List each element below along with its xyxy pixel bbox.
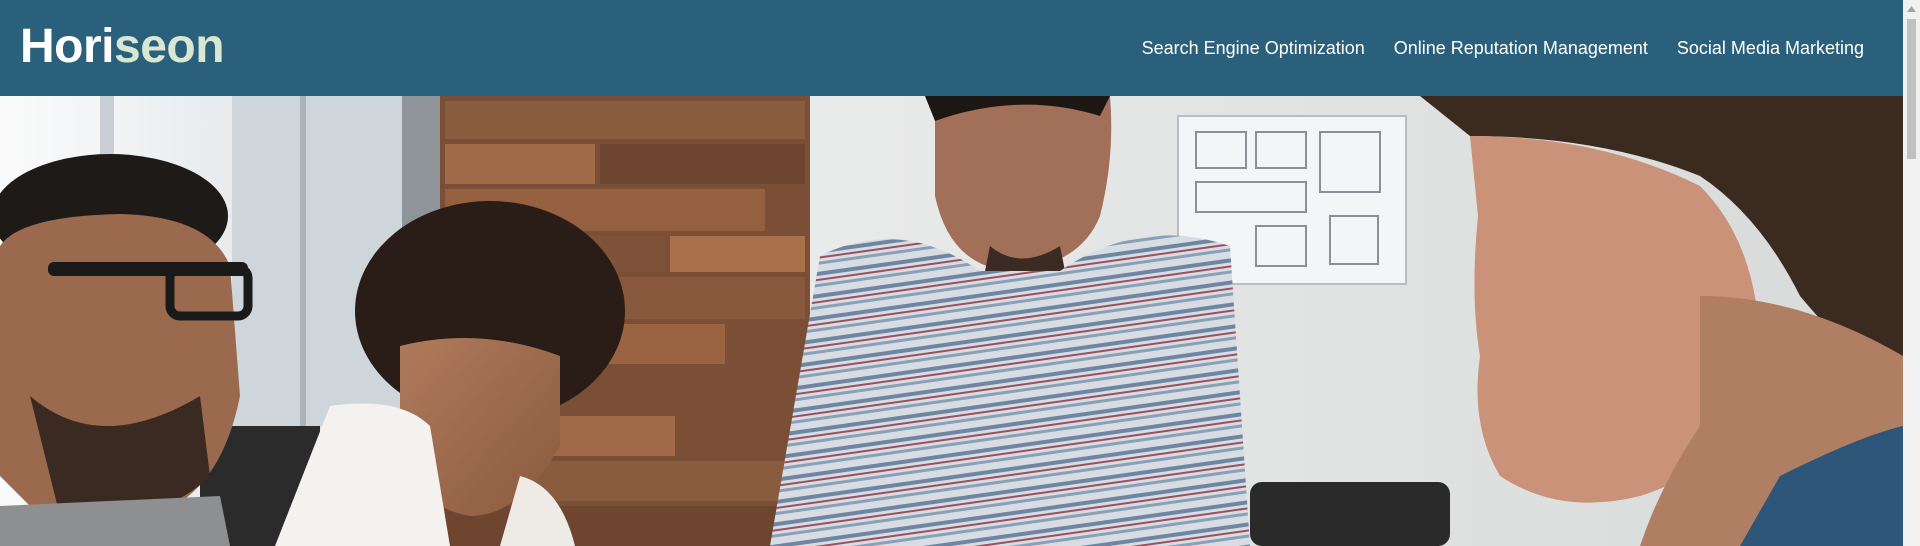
scrollbar-thumb[interactable] (1907, 19, 1916, 159)
nav-link-seo[interactable]: Search Engine Optimization (1142, 36, 1365, 60)
nav-link-social-media[interactable]: Social Media Marketing (1677, 36, 1864, 60)
logo-text-primary: Hori (20, 20, 115, 73)
vertical-scrollbar[interactable] (1903, 0, 1920, 546)
site-header: Horiseon Search Engine Optimization Onli… (0, 0, 1903, 96)
main-nav: Search Engine Optimization Online Reputa… (1142, 36, 1864, 60)
scroll-up-arrow-icon[interactable] (1903, 0, 1920, 17)
hero-image (0, 96, 1903, 546)
site-logo[interactable]: Horiseon (20, 18, 225, 76)
nav-link-reputation[interactable]: Online Reputation Management (1394, 36, 1648, 60)
logo-text-accent: seon (114, 20, 225, 73)
team-meeting-photo (0, 96, 1903, 546)
